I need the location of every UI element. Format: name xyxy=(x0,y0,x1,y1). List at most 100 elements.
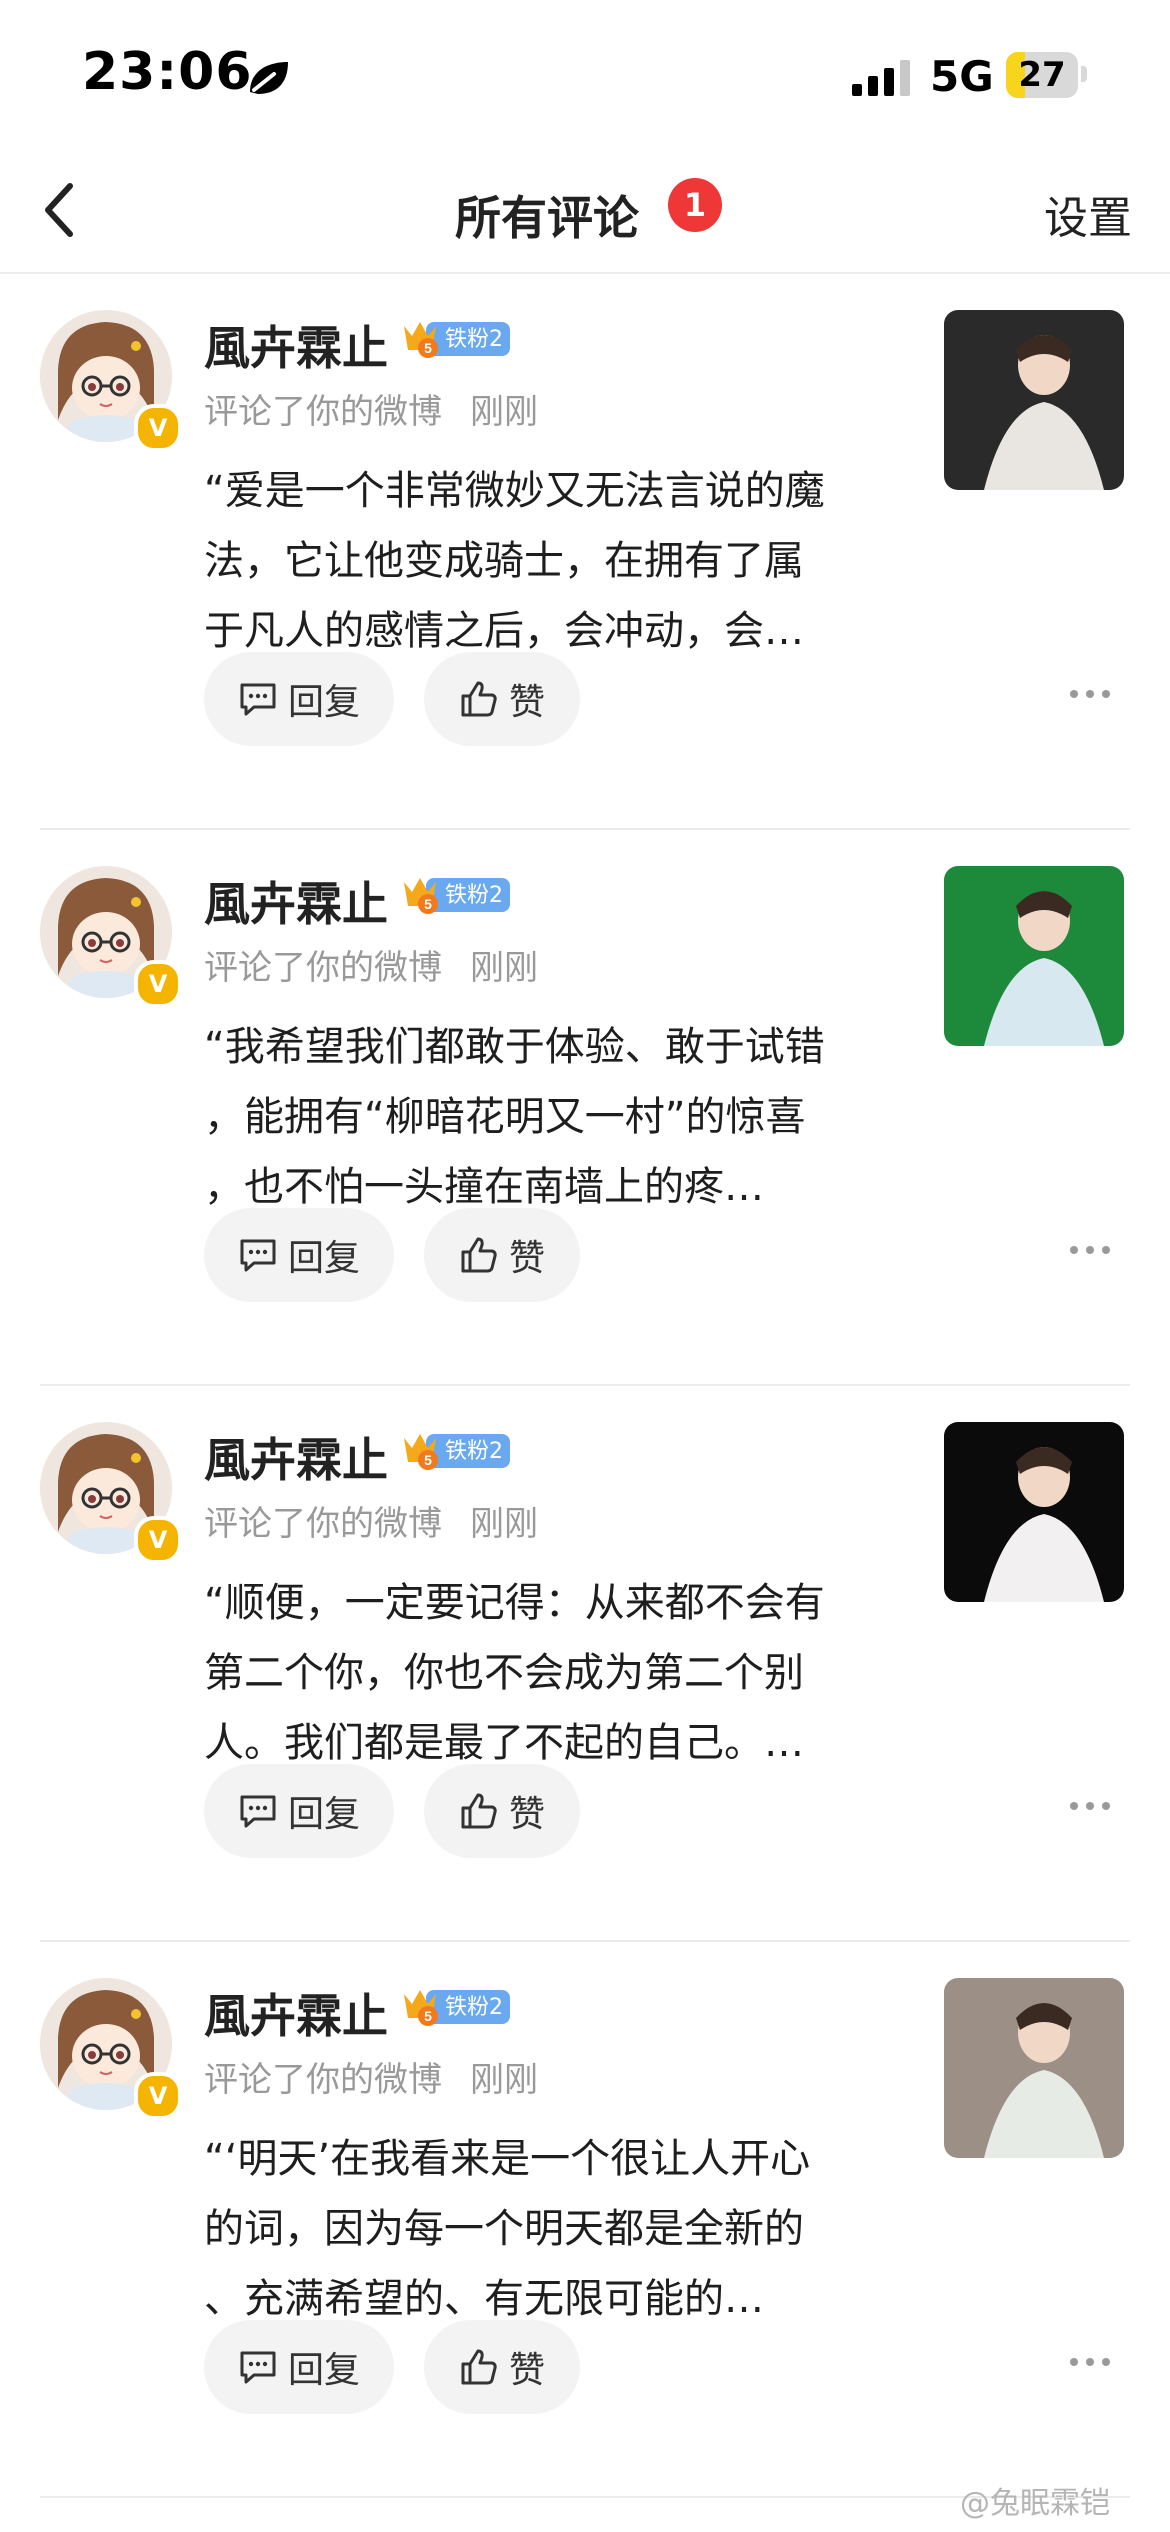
reply-button[interactable]: 回复 xyxy=(204,1764,394,1858)
comment-line: “顺便，一定要记得：从来都不会有 xyxy=(204,1580,825,1626)
svg-text:5: 5 xyxy=(424,340,432,356)
comment-text[interactable]: “‘明天’在我看来是一个很让人开心 的词，因为每一个明天都是全新的 、充满希望的… xyxy=(204,2124,904,2334)
comment-line: “爱是一个非常微妙又无法言说的魔 xyxy=(204,468,825,514)
more-options-icon[interactable] xyxy=(1068,1238,1112,1262)
verified-badge-icon: V xyxy=(134,404,182,452)
like-label: 赞 xyxy=(508,1794,545,1835)
user-avatar[interactable]: V xyxy=(40,1978,182,2120)
thumbnail-image xyxy=(944,866,1124,1046)
reply-comment-icon xyxy=(240,2351,276,2384)
svg-text:5: 5 xyxy=(424,896,432,912)
comment-text[interactable]: “爱是一个非常微妙又无法言说的魔 法，它让他变成骑士，在拥有了属 于凡人的感情之… xyxy=(204,456,904,666)
reply-button[interactable]: 回复 xyxy=(204,652,394,746)
like-button[interactable]: 赞 xyxy=(424,652,580,746)
user-avatar[interactable]: V xyxy=(40,310,182,452)
weibo-thumbnail[interactable] xyxy=(944,1422,1124,1602)
username[interactable]: 風卉霖止 xyxy=(204,312,388,378)
reply-comment-icon xyxy=(240,1795,276,1828)
thumbnail-image xyxy=(944,1422,1124,1602)
fan-badge: 5 铁粉2 xyxy=(404,322,510,358)
comment-action: 评论了你的微博 xyxy=(204,2060,442,2100)
verified-badge-icon: V xyxy=(134,1516,182,1564)
unread-count-badge: 1 xyxy=(668,178,722,232)
svg-text:铁粉2: 铁粉2 xyxy=(445,1439,503,1464)
more-options-icon[interactable] xyxy=(1068,1794,1112,1818)
thumbnail-image xyxy=(944,1978,1124,2158)
like-button[interactable]: 赞 xyxy=(424,1764,580,1858)
thumbs-up-icon xyxy=(461,681,497,717)
watermark: @兔眠霖铠 xyxy=(960,2486,1110,2521)
comment-line: ，能拥有“柳暗花明又一村”的惊喜 xyxy=(204,1094,806,1140)
comment-text[interactable]: “顺便，一定要记得：从来都不会有 第二个你，你也不会成为第二个别 人。我们都是最… xyxy=(204,1568,904,1778)
like-label: 赞 xyxy=(508,2350,545,2391)
user-avatar[interactable]: V xyxy=(40,866,182,1008)
comment-time: 刚刚 xyxy=(470,1504,538,1544)
comment-card[interactable]: V 風卉霖止 5 铁粉2 评论了你的微博 刚刚 “顺便，一定要记得：从来都不会有 … xyxy=(0,1386,1170,1942)
comment-time: 刚刚 xyxy=(470,948,538,988)
comment-line: “我希望我们都敢于体验、敢于试错 xyxy=(204,1024,825,1070)
fan-badge: 5 铁粉2 xyxy=(404,1990,510,2026)
battery-tip xyxy=(1081,66,1087,82)
svg-text:5: 5 xyxy=(424,1452,432,1468)
comment-card[interactable]: V 風卉霖止 5 铁粉2 评论了你的微博 刚刚 “爱是一个非常微妙又无法言说的魔 … xyxy=(0,274,1170,830)
like-label: 赞 xyxy=(508,1238,545,1279)
weibo-thumbnail[interactable] xyxy=(944,310,1124,490)
comment-action: 评论了你的微博 xyxy=(204,1504,442,1544)
fan-badge: 5 铁粉2 xyxy=(404,878,510,914)
like-button[interactable]: 赞 xyxy=(424,1208,580,1302)
thumbs-up-icon xyxy=(461,1793,497,1829)
reply-label: 回复 xyxy=(287,2350,360,2391)
reply-comment-icon xyxy=(240,683,276,716)
user-avatar[interactable]: V xyxy=(40,1422,182,1564)
like-label: 赞 xyxy=(508,682,545,723)
more-options-icon[interactable] xyxy=(1068,2350,1112,2374)
status-time: 23:06 xyxy=(82,42,253,102)
comment-line: “‘明天’在我看来是一个很让人开心 xyxy=(204,2136,811,2182)
thumbs-up-icon xyxy=(461,1237,497,1273)
more-options-icon[interactable] xyxy=(1068,682,1112,706)
comment-time: 刚刚 xyxy=(470,392,538,432)
like-button[interactable]: 赞 xyxy=(424,2320,580,2414)
svg-text:铁粉2: 铁粉2 xyxy=(445,327,503,352)
focus-leaf-icon xyxy=(250,62,288,94)
nav-bar: 所有评论 1 设置 xyxy=(0,150,1170,274)
comment-meta: 评论了你的微博 刚刚 xyxy=(204,384,566,433)
reply-label: 回复 xyxy=(287,682,360,723)
thumbnail-image xyxy=(944,310,1124,490)
comment-action: 评论了你的微博 xyxy=(204,392,442,432)
page-title: 所有评论 xyxy=(455,191,639,245)
comment-action: 评论了你的微博 xyxy=(204,948,442,988)
cellular-signal-icon xyxy=(852,60,910,96)
fan-badge: 5 铁粉2 xyxy=(404,1434,510,1470)
comment-time: 刚刚 xyxy=(470,2060,538,2100)
weibo-thumbnail[interactable] xyxy=(944,1978,1124,2158)
verified-badge-icon: V xyxy=(134,2072,182,2120)
comment-line: 的词，因为每一个明天都是全新的 xyxy=(204,2206,804,2252)
weibo-thumbnail[interactable] xyxy=(944,866,1124,1046)
comment-line: 第二个你，你也不会成为第二个别 xyxy=(204,1650,804,1696)
network-type: 5G xyxy=(930,52,994,101)
reply-label: 回复 xyxy=(287,1794,360,1835)
svg-text:铁粉2: 铁粉2 xyxy=(445,1995,503,2020)
comment-meta: 评论了你的微博 刚刚 xyxy=(204,940,566,989)
username[interactable]: 風卉霖止 xyxy=(204,1424,388,1490)
back-arrow-icon[interactable] xyxy=(26,172,96,248)
settings-button[interactable]: 设置 xyxy=(1044,182,1132,246)
reply-comment-icon xyxy=(240,1239,276,1272)
svg-text:5: 5 xyxy=(424,2008,432,2024)
comment-meta: 评论了你的微博 刚刚 xyxy=(204,1496,566,1545)
comment-meta: 评论了你的微博 刚刚 xyxy=(204,2052,566,2101)
comment-line: 法，它让他变成骑士，在拥有了属 xyxy=(204,538,804,584)
battery-percent: 27 xyxy=(1018,55,1066,95)
comment-card[interactable]: V 風卉霖止 5 铁粉2 评论了你的微博 刚刚 “‘明天’在我看来是一个很让人开心… xyxy=(0,1942,1170,2498)
comment-text[interactable]: “我希望我们都敢于体验、敢于试错 ，能拥有“柳暗花明又一村”的惊喜 ，也不怕一头… xyxy=(204,1012,904,1222)
svg-text:铁粉2: 铁粉2 xyxy=(445,883,503,908)
comment-card[interactable]: V 風卉霖止 5 铁粉2 评论了你的微博 刚刚 “我希望我们都敢于体验、敢于试错 … xyxy=(0,830,1170,1386)
reply-button[interactable]: 回复 xyxy=(204,1208,394,1302)
username[interactable]: 風卉霖止 xyxy=(204,1980,388,2046)
reply-button[interactable]: 回复 xyxy=(204,2320,394,2414)
battery-icon: 27 xyxy=(1006,52,1078,98)
username[interactable]: 風卉霖止 xyxy=(204,868,388,934)
verified-badge-icon: V xyxy=(134,960,182,1008)
status-bar: 23:06 5G 27 xyxy=(0,0,1170,150)
